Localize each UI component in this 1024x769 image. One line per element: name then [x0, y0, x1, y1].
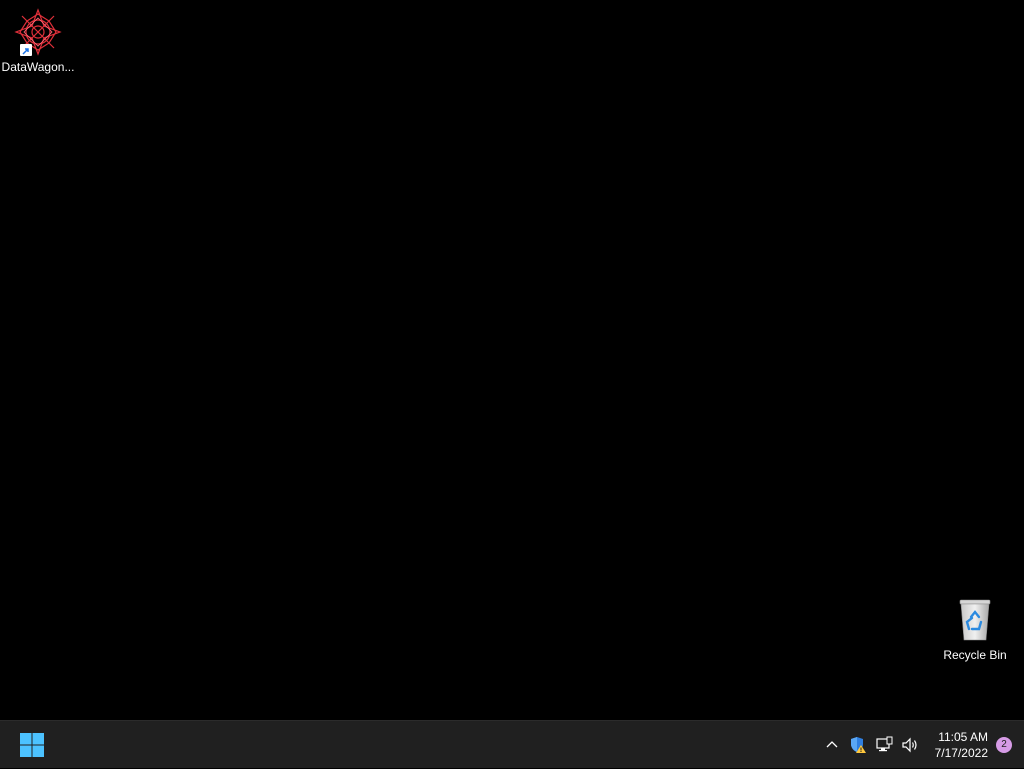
desktop-icon-label: Recycle Bin	[943, 648, 1007, 662]
network-icon[interactable]	[872, 733, 896, 757]
chevron-up-icon[interactable]	[820, 733, 844, 757]
clock-date: 7/17/2022	[934, 746, 988, 760]
desktop-icon-label: DataWagon...	[1, 60, 75, 74]
desktop-icon-datawagon[interactable]: DataWagon...	[0, 8, 76, 74]
windows-start-icon	[20, 733, 44, 757]
clock[interactable]: 11:05 AM 7/17/2022	[935, 729, 988, 761]
desktop[interactable]: DataWagon... Recycle Bin	[0, 0, 1024, 720]
system-tray: 11:05 AM 7/17/2022 2	[819, 721, 1024, 769]
taskbar[interactable]: 11:05 AM 7/17/2022 2	[0, 720, 1024, 768]
security-shield-warning-icon[interactable]	[846, 733, 870, 757]
clock-time: 11:05 AM	[938, 730, 988, 744]
shortcut-arrow-icon	[20, 44, 32, 56]
start-button[interactable]	[12, 727, 52, 763]
datawagon-app-icon	[14, 8, 62, 56]
recycle-bin-icon	[951, 596, 999, 644]
desktop-icon-recycle-bin[interactable]: Recycle Bin	[937, 596, 1013, 662]
volume-icon[interactable]	[898, 733, 922, 757]
notification-badge[interactable]: 2	[996, 737, 1012, 753]
